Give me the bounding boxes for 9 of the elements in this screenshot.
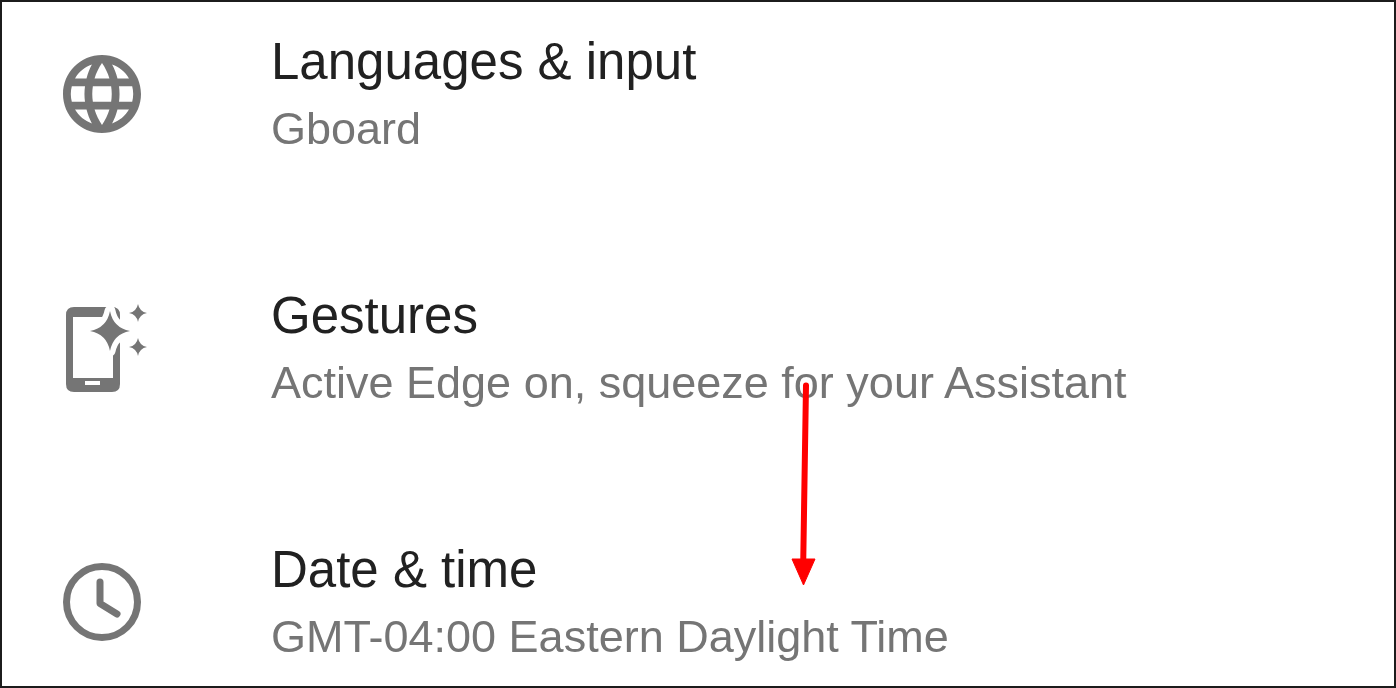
setting-summary: Active Edge on, squeeze for your Assistant [271,356,1127,409]
setting-summary: Gboard [271,102,422,155]
globe-icon [63,54,141,133]
setting-title[interactable]: Gestures [271,287,478,346]
setting-summary: GMT-04:00 Eastern Daylight Time [271,610,949,663]
setting-title[interactable]: Date & time [271,540,538,600]
setting-title[interactable]: Languages & input [271,33,697,92]
clock-icon [63,562,141,641]
phone-sparkle-icon [66,303,148,392]
